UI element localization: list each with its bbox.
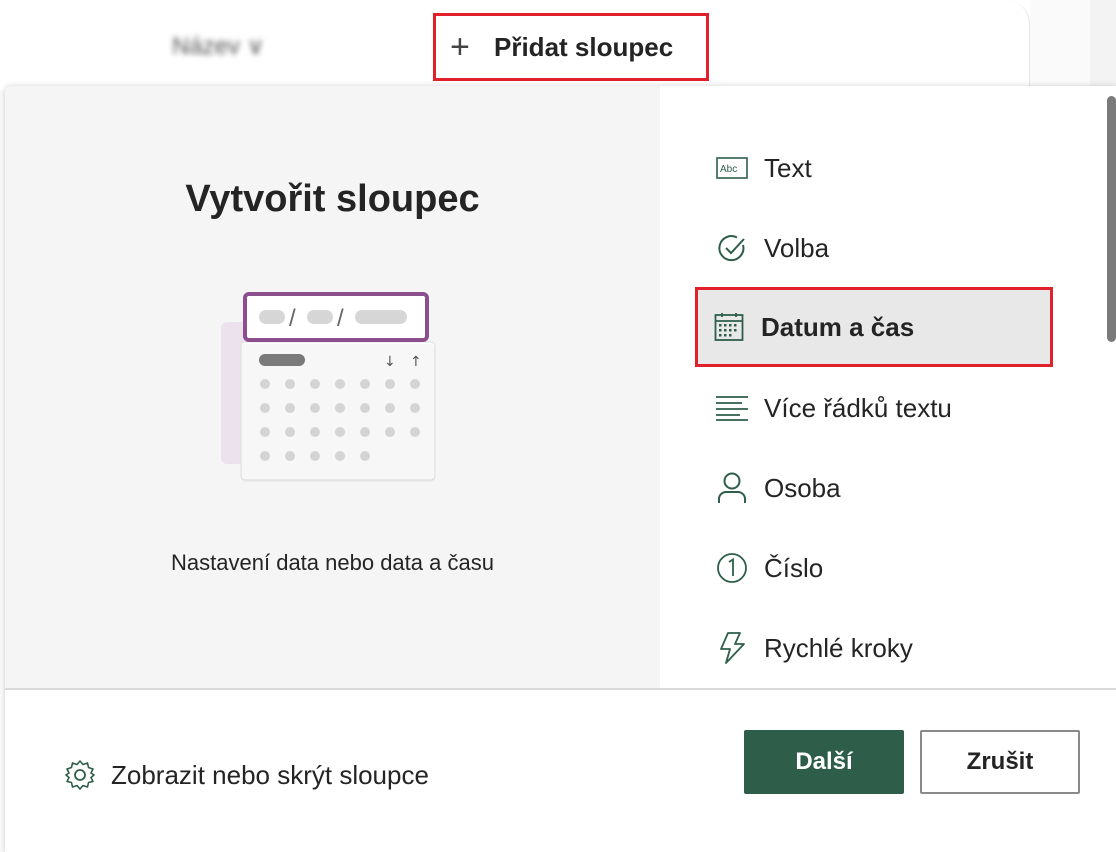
check-circle-icon [716,232,748,264]
column-type-list: Abc Text Volba Datum a čas Více řádků te… [660,86,1116,688]
column-type-number[interactable]: Číslo [698,530,1048,606]
column-type-person[interactable]: Osoba [698,450,1048,526]
show-hide-columns-label: Zobrazit nebo skrýt sloupce [111,759,429,790]
svg-text:↑: ↑ [410,354,422,370]
show-hide-columns-link[interactable]: Zobrazit nebo skrýt sloupce [63,758,429,792]
date-picker-illustration: / / ↓ ↑ [221,292,436,481]
column-type-label: Číslo [764,552,824,583]
column-type-label: Volba [764,232,830,263]
column-type-label: Osoba [764,472,841,503]
preview-pane: Vytvořit sloupec / / ↓ ↑ Nastavení data … [5,86,660,688]
svg-text:/: / [337,305,344,332]
person-icon [716,472,748,504]
column-header-name[interactable]: Název ∨ [172,32,352,62]
column-type-date-time[interactable]: Datum a čas [695,287,1053,367]
column-type-text[interactable]: Abc Text [698,130,1048,206]
column-type-label: Více řádků textu [764,392,952,423]
text-abc-icon: Abc [716,152,748,184]
dialog-title: Vytvořit sloupec [185,178,480,220]
cancel-button[interactable]: Zrušit [920,730,1080,794]
column-type-label: Text [764,152,812,183]
plus-icon: + [450,28,470,66]
page-edge [1090,0,1116,90]
column-type-choice[interactable]: Volba [698,210,1048,286]
multiline-text-icon [716,392,748,424]
column-type-label: Rychlé kroky [764,632,913,663]
number-one-icon [716,552,748,584]
svg-text:Abc: Abc [720,164,737,175]
column-type-quick-steps[interactable]: Rychlé kroky [698,610,1048,686]
create-column-dialog: Vytvořit sloupec / / ↓ ↑ Nastavení data … [5,86,1116,852]
calendar-icon [713,311,745,343]
add-column-label: Přidat sloupec [494,31,674,62]
lightning-icon [716,632,748,664]
gear-icon [63,758,97,792]
add-column-button[interactable]: + Přidat sloupec [433,13,709,81]
type-list-scrollbar[interactable] [1107,96,1116,342]
dialog-footer: Zobrazit nebo skrýt sloupce Další Zrušit [5,688,1116,852]
svg-text:↓: ↓ [384,354,396,370]
svg-text:/: / [289,305,296,332]
next-button[interactable]: Další [744,730,904,794]
column-type-description: Nastavení data nebo data a času [171,550,494,575]
column-type-label: Datum a čas [761,311,915,342]
column-type-multiline-text[interactable]: Více řádků textu [698,370,1048,446]
